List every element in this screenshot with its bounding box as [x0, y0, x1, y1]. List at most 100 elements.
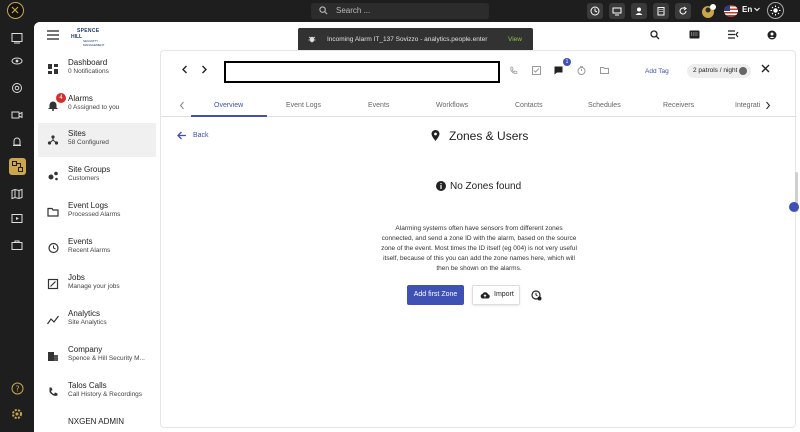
arrow-left-icon: [177, 131, 186, 140]
search-icon[interactable]: [650, 30, 660, 40]
tab-scroll-right-icon[interactable]: [765, 101, 771, 110]
rail-map-icon[interactable]: [9, 186, 25, 202]
tab-workflows[interactable]: Workflows: [436, 102, 468, 109]
sun-icon: [770, 5, 781, 16]
rail-help-icon[interactable]: ?: [9, 380, 25, 396]
user-icon: [635, 7, 643, 15]
folder-icon[interactable]: [600, 66, 609, 75]
language-selector[interactable]: En: [742, 5, 752, 14]
feedback-fab-icon[interactable]: [789, 202, 799, 212]
menu-collapse-icon[interactable]: [728, 30, 739, 39]
user-button[interactable]: [631, 3, 647, 19]
sidebar-item-alarms[interactable]: 4 Alarms 0 Assigned to you: [38, 88, 156, 122]
tag-chip-label: 2 patrols / night: [693, 67, 738, 74]
building-icon: [657, 7, 665, 16]
sidebar-item-analytics[interactable]: Analytics Site Analytics: [38, 303, 156, 337]
rail-eye-icon[interactable]: [9, 53, 25, 69]
sidebar-item-site-groups[interactable]: Site Groups Customers: [38, 159, 156, 193]
phone-icon[interactable]: [509, 66, 518, 75]
active-tab-indicator: [191, 115, 267, 117]
account-icon[interactable]: [767, 30, 777, 40]
sidebar-item-sites[interactable]: Sites 58 Configured: [38, 123, 156, 157]
toast-view-button[interactable]: View: [508, 36, 522, 43]
tab-contacts[interactable]: Contacts: [515, 102, 543, 109]
close-icon[interactable]: [761, 64, 770, 73]
info-icon: [436, 181, 446, 191]
rail-gear-icon[interactable]: [9, 406, 25, 422]
rail-video-icon[interactable]: [9, 211, 25, 227]
rail-camera-icon[interactable]: [9, 107, 25, 123]
rail-sites-icon[interactable]: [9, 158, 26, 175]
search-placeholder: Search ...: [336, 6, 371, 15]
rail-alarm-icon[interactable]: [9, 133, 25, 149]
tab-scroll-left-icon[interactable]: [179, 101, 185, 110]
top-bar: Search ... En: [0, 0, 800, 22]
search-icon: [319, 6, 328, 15]
refresh-button[interactable]: [675, 3, 691, 19]
clock-button[interactable]: [587, 3, 603, 19]
tab-receivers[interactable]: Receivers: [663, 102, 694, 109]
tag-chip[interactable]: 2 patrols / night: [687, 64, 751, 78]
sidebar-item-nxgen-admin[interactable]: NXGEN ADMIN: [38, 411, 156, 432]
chevron-down-icon[interactable]: [754, 7, 760, 12]
sidebar-item-events[interactable]: Events Recent Alarms: [38, 231, 156, 265]
next-site-icon[interactable]: [201, 65, 208, 74]
history-settings-icon[interactable]: [531, 290, 542, 301]
tab-event-logs[interactable]: Event Logs: [286, 102, 321, 109]
flag-icon[interactable]: [724, 5, 738, 17]
building-button[interactable]: [653, 3, 669, 19]
add-first-zone-button[interactable]: Add first Zone: [407, 285, 464, 305]
prev-site-icon[interactable]: [181, 65, 188, 74]
analytics-icon: [47, 315, 59, 325]
keyboard-icon[interactable]: [689, 30, 700, 39]
jobs-icon: [47, 278, 59, 290]
site-name-field[interactable]: [224, 61, 500, 83]
bug-icon: [308, 36, 316, 43]
checklist-icon[interactable]: [532, 66, 541, 75]
chip-remove-icon[interactable]: [739, 67, 747, 75]
svg-text:?: ?: [15, 385, 19, 394]
logo-icon[interactable]: [7, 2, 24, 19]
rail-settings-icon[interactable]: [9, 80, 25, 96]
timer-icon[interactable]: [577, 66, 586, 75]
search-input[interactable]: Search ...: [311, 3, 489, 19]
alarm-count-badge: 4: [56, 93, 66, 103]
folder-icon: [47, 207, 59, 217]
refresh-icon: [679, 6, 687, 15]
tab-events[interactable]: Events: [368, 102, 389, 109]
tab-overview[interactable]: Overview: [214, 102, 243, 109]
empty-state-description: Alarming systems often have sensors from…: [381, 225, 577, 272]
tab-integrations[interactable]: Integrati: [735, 102, 760, 109]
sidebar-item-dashboard[interactable]: Dashboard 0 Notifications: [38, 52, 156, 86]
user-avatar[interactable]: [701, 3, 717, 19]
groups-icon: [48, 171, 58, 181]
location-pin-icon: [431, 130, 440, 141]
sidebar-item-event-logs[interactable]: Event Logs Processed Alarms: [38, 195, 156, 229]
tab-schedules[interactable]: Schedules: [588, 102, 621, 109]
theme-toggle[interactable]: [767, 2, 784, 19]
monitor-button[interactable]: [609, 3, 625, 19]
import-button[interactable]: Import: [472, 285, 520, 305]
toast-message: Incoming Alarm IT_137 Sovizzo - analytic…: [327, 36, 488, 43]
add-tag-link[interactable]: Add Tag: [645, 68, 669, 75]
icon-rail: ?: [0, 22, 34, 432]
phone-icon: [49, 387, 58, 396]
comment-count-badge: 1: [563, 58, 571, 66]
avatar-icon: [702, 4, 716, 18]
app-area: SPENCE HILL SECURITY MANAGEMENT Dashboar…: [34, 22, 800, 432]
rail-briefcase-icon[interactable]: [9, 237, 25, 253]
comment-icon[interactable]: [554, 66, 563, 75]
sidebar-item-talos-calls[interactable]: Talos Calls Call History & Recordings: [38, 375, 156, 409]
sites-icon: [47, 135, 59, 145]
sidebar-item-company[interactable]: Company Spence & Hill Security M...: [38, 339, 156, 373]
sidebar: SPENCE HILL SECURITY MANAGEMENT Dashboar…: [34, 22, 156, 432]
company-icon: [48, 352, 58, 361]
alarm-toast: Incoming Alarm IT_137 Sovizzo - analytic…: [298, 28, 533, 51]
site-detail-panel: 1 Add Tag 2 patrols / night Overview Eve…: [160, 50, 797, 428]
rail-dashboard-icon[interactable]: [9, 30, 25, 46]
tab-bar: Overview Event Logs Events Workflows Con…: [161, 95, 797, 117]
dashboard-icon: [48, 64, 58, 74]
sidebar-item-jobs[interactable]: Jobs Manage your jobs: [38, 267, 156, 301]
hamburger-menu-icon[interactable]: [47, 30, 59, 40]
back-label: Back: [193, 132, 209, 139]
